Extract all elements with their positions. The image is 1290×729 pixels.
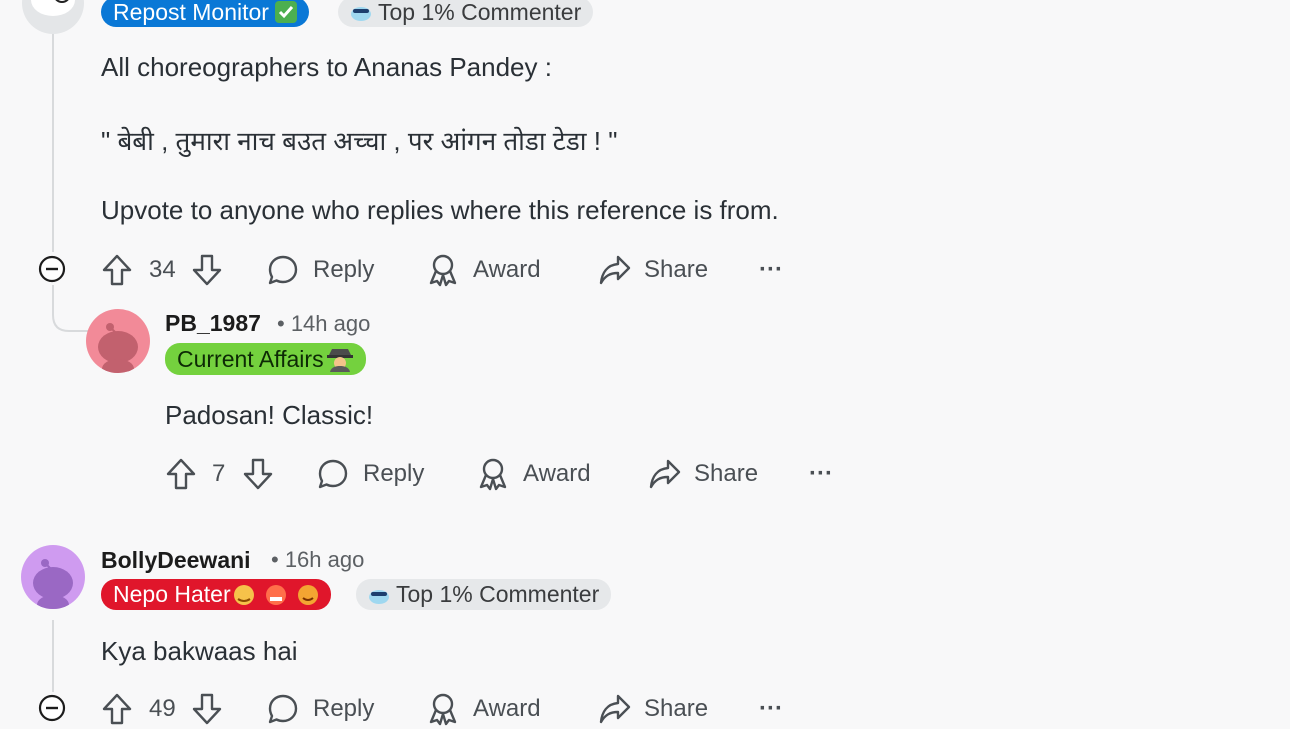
reply-button[interactable]: Reply [267, 689, 374, 729]
reply-button[interactable]: Reply [267, 250, 374, 290]
share-icon [649, 459, 681, 489]
award-icon [429, 693, 457, 726]
comment-text: Padosan! Classic! [165, 400, 374, 430]
action-bar: 34 Reply Award Share ··· [101, 250, 821, 290]
upvote-icon [102, 693, 132, 725]
upvote-icon [102, 254, 132, 286]
share-icon [599, 255, 631, 285]
flair-top-commenter: Top 1% Commenter [338, 0, 594, 27]
thread-connector-reply1 [52, 285, 90, 332]
reply-label: Reply [313, 695, 375, 722]
flair-label: Top 1% Commenter [396, 581, 600, 607]
flair-nepo-hater: Nepo Hater [101, 579, 331, 610]
share-label: Share [644, 256, 709, 283]
flair-label: Repost Monitor [113, 0, 269, 25]
vote-count: 34 [149, 256, 176, 283]
checkmark-icon [274, 1, 297, 23]
snoo-avatar-icon [98, 323, 138, 373]
username[interactable]: BollyDeewani [101, 547, 251, 574]
sunglasses-snoo-icon [351, 7, 371, 21]
award-label: Award [523, 460, 591, 487]
username[interactable]: PB_1987 [165, 310, 261, 337]
timestamp: • 14h ago [277, 311, 371, 336]
timestamp: • 16h ago [271, 547, 365, 572]
share-button[interactable]: Share [598, 689, 708, 729]
upvote-button[interactable] [165, 454, 197, 494]
upvote-button[interactable] [101, 250, 133, 290]
flair-top-commenter: Top 1% Commenter [356, 579, 612, 610]
vote-count: 49 [149, 695, 176, 722]
award-button[interactable]: Award [477, 454, 591, 494]
collapse-icon[interactable] [38, 255, 66, 283]
reply-icon [268, 694, 298, 724]
reply-icon [318, 459, 348, 489]
downvote-icon [192, 254, 222, 286]
avatar[interactable] [86, 309, 150, 373]
angry-face-icon [265, 584, 286, 605]
comment-text: Upvote to anyone who replies where this … [101, 195, 779, 225]
cursing-face-icon [297, 584, 318, 605]
flair-label: Current Affairs [177, 345, 324, 372]
detective-icon [326, 349, 353, 372]
reply-label: Reply [313, 256, 375, 283]
downvote-button[interactable] [191, 250, 223, 290]
award-label: Award [473, 695, 541, 722]
action-bar: 7 Reply Award Share ··· [165, 454, 865, 494]
vote-count: 7 [212, 460, 226, 487]
snoo-avatar-icon [33, 559, 73, 609]
share-label: Share [694, 460, 759, 487]
reply-icon [268, 255, 298, 285]
share-button[interactable]: Share [648, 454, 758, 494]
upvote-button[interactable] [101, 689, 133, 729]
collapse-icon[interactable] [38, 694, 66, 722]
flair-label: Nepo Hater [113, 581, 231, 607]
share-label: Share [644, 695, 709, 722]
award-button[interactable]: Award [427, 689, 541, 729]
comment-text: All choreographers to Ananas Pandey : [101, 52, 552, 82]
upvote-icon [166, 458, 196, 490]
steaming-face-icon [233, 584, 254, 605]
sunglasses-snoo-icon [369, 589, 389, 604]
avatar[interactable] [22, 0, 84, 34]
downvote-icon [192, 693, 222, 725]
snoo-avatar-icon [31, 0, 75, 16]
share-button[interactable]: Share [598, 250, 708, 290]
award-icon [479, 458, 507, 491]
more-options-button[interactable]: ··· [809, 454, 833, 494]
comment-text: Kya bakwaas hai [101, 636, 298, 666]
downvote-icon [243, 458, 273, 490]
reply-label: Reply [363, 460, 425, 487]
share-icon [599, 694, 631, 724]
award-label: Award [473, 256, 541, 283]
flair-repost-monitor: Repost Monitor [101, 0, 309, 27]
downvote-button[interactable] [191, 689, 223, 729]
thread-line-comment1[interactable] [52, 30, 54, 252]
flair-current-affairs: Current Affairs [165, 343, 366, 375]
award-icon [429, 254, 457, 287]
downvote-button[interactable] [242, 454, 274, 494]
reply-button[interactable]: Reply [317, 454, 424, 494]
comment-text: " बेबी , तुमारा नाच बउत अच्चा , पर आंगन … [101, 126, 618, 156]
flair-label: Top 1% Commenter [378, 0, 582, 25]
award-button[interactable]: Award [427, 250, 541, 290]
avatar[interactable] [21, 545, 85, 609]
more-options-button[interactable]: ··· [759, 689, 783, 729]
more-options-button[interactable]: ··· [759, 250, 783, 290]
thread-line-comment2[interactable] [52, 620, 54, 692]
action-bar: 49 Reply Award Share ··· [101, 689, 821, 729]
